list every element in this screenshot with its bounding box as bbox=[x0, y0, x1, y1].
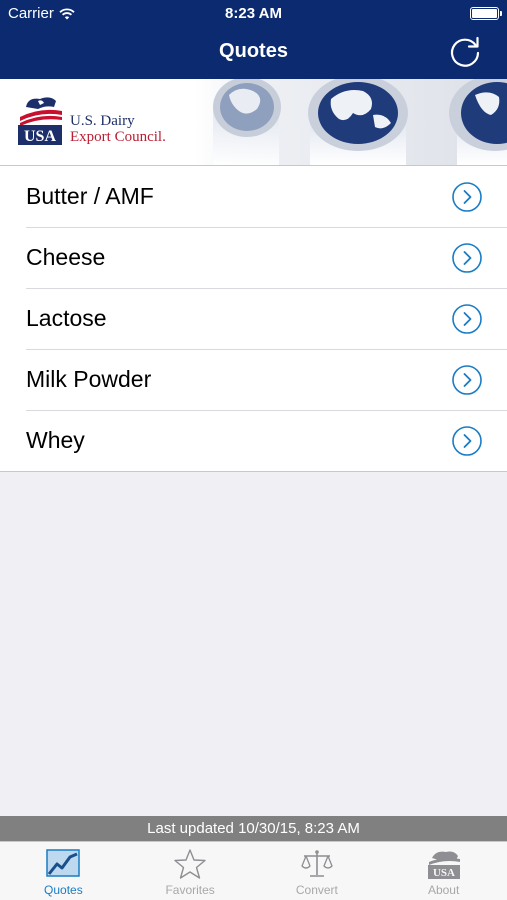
list-item-butter-amf[interactable]: Butter / AMF bbox=[0, 166, 507, 227]
scale-icon bbox=[301, 850, 333, 877]
chevron-right-icon[interactable] bbox=[451, 425, 483, 457]
list-item-label: Lactose bbox=[26, 305, 107, 331]
status-bar: Carrier 8:23 AM bbox=[0, 0, 507, 28]
page-title: Quotes bbox=[219, 40, 288, 62]
list-item-lactose[interactable]: Lactose bbox=[0, 288, 507, 349]
chevron-right-icon[interactable] bbox=[451, 242, 483, 274]
tab-label: Favorites bbox=[165, 883, 215, 897]
tab-label: Convert bbox=[295, 883, 338, 897]
list-item-milk-powder[interactable]: Milk Powder bbox=[0, 349, 507, 410]
refresh-icon[interactable] bbox=[447, 34, 483, 70]
quote-category-list: Butter / AMF Cheese Lactose Milk Powder … bbox=[0, 165, 507, 472]
tab-label: Quotes bbox=[44, 883, 83, 897]
tab-favorites[interactable]: Favorites bbox=[127, 842, 254, 900]
tab-quotes[interactable]: Quotes bbox=[0, 842, 127, 900]
list-item-cheese[interactable]: Cheese bbox=[0, 227, 507, 288]
usa-cow-logo: USA bbox=[18, 97, 62, 145]
usdec-logo: USA U.S. Dairy Export Council. bbox=[16, 93, 166, 147]
navigation-header: Carrier 8:23 AM Quotes bbox=[0, 0, 507, 79]
usa-cow-icon: USA bbox=[427, 851, 460, 879]
list-item-label: Butter / AMF bbox=[26, 183, 154, 209]
last-updated-bar: Last updated 10/30/15, 8:23 AM bbox=[0, 816, 507, 841]
tab-convert[interactable]: Convert bbox=[254, 842, 381, 900]
battery-level-fill bbox=[472, 9, 497, 18]
star-icon bbox=[174, 849, 206, 879]
battery-icon bbox=[470, 7, 502, 20]
about-badge-text: USA bbox=[433, 867, 455, 879]
org-name: U.S. Dairy Export Council. bbox=[70, 113, 166, 145]
list-item-label: Milk Powder bbox=[26, 366, 152, 392]
tab-about[interactable]: USA About bbox=[380, 842, 507, 900]
list-item-label: Whey bbox=[26, 427, 85, 453]
logo-badge-text: USA bbox=[24, 128, 56, 145]
list-item-whey[interactable]: Whey bbox=[0, 410, 507, 471]
org-name-line1: U.S. Dairy bbox=[70, 113, 135, 129]
globe-bottles-image bbox=[195, 79, 507, 165]
tab-bar: Quotes Favorites Convert USA About bbox=[0, 841, 507, 900]
list-item-label: Cheese bbox=[26, 244, 106, 270]
chart-icon bbox=[46, 849, 81, 877]
tab-label: About bbox=[427, 883, 460, 897]
chevron-right-icon[interactable] bbox=[451, 364, 483, 396]
org-name-line2: Export Council. bbox=[70, 129, 166, 145]
brand-banner: USA U.S. Dairy Export Council. bbox=[0, 79, 507, 165]
chevron-right-icon[interactable] bbox=[451, 181, 483, 213]
chevron-right-icon[interactable] bbox=[451, 303, 483, 335]
status-time: 8:23 AM bbox=[225, 5, 282, 22]
